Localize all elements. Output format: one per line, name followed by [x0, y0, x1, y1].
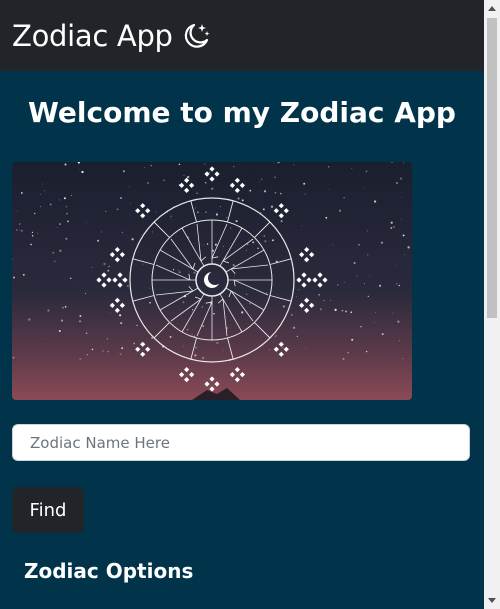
- navbar: Zodiac App: [0, 0, 484, 71]
- scroll-up-icon[interactable]: [488, 6, 496, 11]
- brand-link[interactable]: Zodiac App: [12, 19, 212, 53]
- page-heading: Welcome to my Zodiac App: [28, 96, 456, 129]
- moon-stars-icon: [180, 20, 212, 52]
- scroll-down-icon[interactable]: [488, 598, 496, 603]
- scroll-thumb[interactable]: [487, 18, 497, 318]
- zodiac-options-title: Zodiac Options: [24, 559, 194, 583]
- zodiac-search-input[interactable]: [12, 424, 470, 461]
- find-button[interactable]: Find: [12, 487, 84, 533]
- zodiac-hero-image: [12, 162, 412, 400]
- page-scrollbar[interactable]: [484, 0, 500, 609]
- brand-title: Zodiac App: [12, 18, 173, 53]
